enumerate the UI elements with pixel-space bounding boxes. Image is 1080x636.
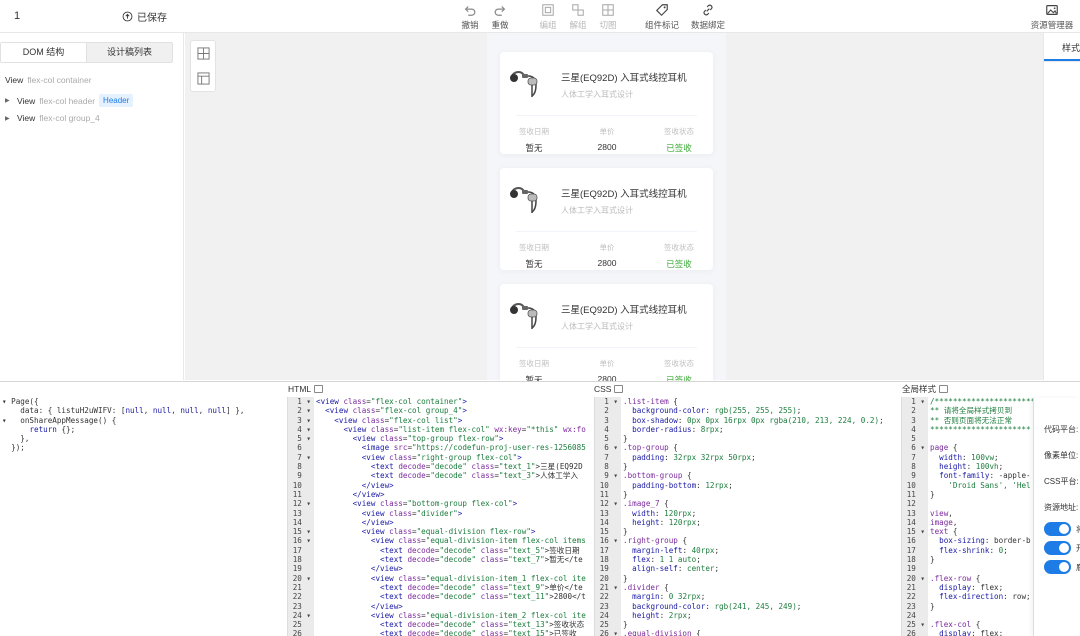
save-status-label: 已保存 (137, 13, 167, 24)
cloud-upload-icon (122, 11, 133, 22)
earphone-image (510, 187, 538, 213)
tab-design-list[interactable]: 设计稿列表 (87, 43, 172, 62)
tree-node-container[interactable]: View flex-col container (5, 75, 92, 85)
phone-preview: 三星(EQ92D) 入耳式线控耳机 人体工学入耳式设计 签收日期 暂无 单价 280… (487, 33, 726, 386)
redo-icon (494, 6, 506, 16)
css-pane-title: CSS (594, 382, 624, 396)
top-toolbar: 1 已保存 撤销 重做 编组 解组 切图 组件标记 数据绑定 资源管理器 (0, 0, 1080, 33)
tag-icon (655, 4, 668, 17)
html-code-editor[interactable]: 1 ▾ 2 ▾ 3 ▾ 4 ▾ 5 ▾ 6 7 ▾ 8 9 10 11 12 ▾… (287, 397, 593, 636)
global-settings-panel: 代码平台: 像素单位: CSS平台: 资源地址: 将 开 腐 (1033, 398, 1080, 636)
grid-icon[interactable] (197, 47, 210, 60)
copy-icon[interactable] (614, 385, 624, 393)
product-subtitle: 人体工学入耳式设计 (561, 322, 633, 331)
global-style-pane-title: 全局样式 (902, 382, 949, 396)
copy-icon[interactable] (314, 385, 324, 393)
toggle-switch[interactable] (1044, 560, 1071, 574)
code-platform-label: 代码平台: (1044, 425, 1079, 434)
html-pane-title: HTML (288, 382, 324, 396)
group-icon (542, 4, 554, 16)
list-item[interactable]: 三星(EQ92D) 入耳式线控耳机 人体工学入耳式设计 签收日期 暂无 单价 280… (500, 168, 713, 270)
copy-icon[interactable] (939, 385, 949, 393)
product-subtitle: 人体工学入耳式设计 (561, 206, 633, 215)
redo-button[interactable]: 重做 (480, 3, 520, 31)
asset-address-label: 资源地址: (1044, 503, 1079, 512)
asset-manager-button[interactable]: 资源管理器 (1030, 3, 1074, 31)
divider (516, 115, 697, 116)
list-item[interactable]: 三星(EQ92D) 入耳式线控耳机 人体工学入耳式设计 签收日期 暂无 单价 280… (500, 52, 713, 154)
sign-status-field: 签收状态 已签收 (664, 127, 694, 153)
tab-style[interactable]: 样式 (1062, 41, 1080, 54)
expand-arrow-icon[interactable]: ▶ (5, 115, 13, 122)
product-title: 三星(EQ92D) 入耳式线控耳机 (561, 305, 687, 316)
sign-status-field: 签收状态 已签收 (664, 243, 694, 269)
page-number: 1 (14, 10, 21, 22)
code-panel: HTML CSS 全局样式 ▾ Page({ data: { listuH2uW… (0, 381, 1080, 636)
css-platform-label: CSS平台: (1044, 477, 1079, 486)
data-bind-button[interactable]: 数据绑定 (686, 3, 730, 31)
save-status[interactable]: 已保存 (122, 9, 167, 24)
expand-arrow-icon[interactable]: ▶ (5, 97, 13, 104)
pixel-unit-label: 像素单位: (1044, 451, 1079, 460)
image-icon (1046, 5, 1058, 15)
cut-button[interactable]: 切图 (588, 3, 628, 31)
tree-node-header[interactable]: ▶ View flex-col header Header (5, 94, 134, 107)
ungroup-icon (572, 4, 584, 16)
canvas-tool-strip (190, 40, 216, 92)
link-icon (703, 4, 713, 16)
earphone-image (510, 71, 538, 97)
component-mark-button[interactable]: 组件标记 (640, 3, 684, 31)
sign-date-field: 签收日期 暂无 (519, 243, 549, 269)
js-code-editor[interactable]: ▾ Page({ data: { listuH2uWIFV: [null, nu… (0, 397, 286, 636)
product-subtitle: 人体工学入耳式设计 (561, 90, 633, 99)
left-panel: DOM 结构 设计稿列表 View flex-col container ▶ V… (0, 33, 184, 380)
css-code-editor[interactable]: 1 ▾ 2 3 4 5 6 ▾ 7 8 9 ▾ 10 11 12 ▾ 13 14… (594, 397, 900, 636)
sign-date-field: 签收日期 暂无 (519, 127, 549, 153)
tab-dom-structure[interactable]: DOM 结构 (1, 43, 87, 62)
slice-icon (602, 4, 614, 16)
earphone-image (510, 303, 538, 329)
product-title: 三星(EQ92D) 入耳式线控耳机 (561, 189, 687, 200)
divider (516, 231, 697, 232)
toggle-switch[interactable] (1044, 522, 1071, 536)
layout-icon[interactable] (197, 72, 210, 85)
list-item[interactable]: 三星(EQ92D) 入耳式线控耳机 人体工学入耳式设计 签收日期 暂无 单价 280… (500, 284, 713, 386)
price-field: 单价 2800 (597, 243, 617, 268)
price-field: 单价 2800 (597, 127, 617, 152)
product-title: 三星(EQ92D) 入耳式线控耳机 (561, 73, 687, 84)
toggle-switch[interactable] (1044, 541, 1071, 555)
component-badge: Header (99, 94, 134, 107)
divider (516, 347, 697, 348)
undo-icon (464, 6, 476, 16)
tree-node-group4[interactable]: ▶ View flex-col group_4 (5, 113, 100, 123)
right-style-panel: 样式 (1043, 33, 1080, 380)
left-panel-tabs: DOM 结构 设计稿列表 (0, 42, 173, 63)
